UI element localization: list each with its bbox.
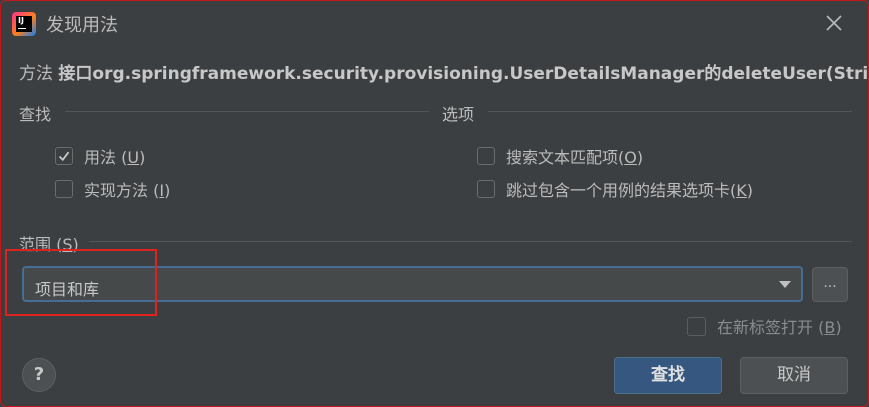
- open-in-new-tab-checkbox[interactable]: [687, 316, 706, 336]
- scope-selected-value: 项目和库: [35, 280, 100, 299]
- dialog-title: 发现用法: [46, 15, 118, 36]
- implementations-checkbox[interactable]: [55, 180, 73, 198]
- cancel-button[interactable]: 取消: [740, 357, 848, 394]
- skip-single-result-row[interactable]: 跳过包含一个用例的结果选项卡(K): [477, 177, 753, 201]
- close-icon[interactable]: [824, 13, 844, 33]
- dropdown-arrow-icon: [779, 281, 791, 288]
- find-usages-dialog: IJ 发现用法 方法 接口org.springframework.securit…: [0, 0, 869, 407]
- open-in-new-tab-row[interactable]: 在新标签打开 (B): [687, 314, 842, 338]
- scope-section-label: 范围 (S): [19, 235, 79, 254]
- browse-scope-button[interactable]: ...: [812, 267, 848, 302]
- open-in-new-tab-label: 在新标签打开 (B): [717, 318, 842, 337]
- method-prefix: 方法: [19, 64, 53, 84]
- skip-single-result-label: 跳过包含一个用例的结果选项卡(K): [506, 181, 753, 200]
- search-text-occurrences-row[interactable]: 搜索文本匹配项(O): [477, 144, 643, 168]
- usages-label: 用法 (U): [84, 148, 146, 167]
- intellij-app-icon: IJ: [12, 12, 36, 36]
- find-button[interactable]: 查找: [614, 357, 722, 394]
- options-section-label: 选项: [442, 105, 475, 124]
- scope-section-separator: [89, 241, 852, 242]
- method-signature: 接口org.springframework.security.provision…: [58, 64, 869, 84]
- help-button[interactable]: ?: [22, 358, 56, 392]
- find-section-separator: [65, 111, 429, 112]
- find-section-label: 查找: [19, 105, 52, 124]
- options-section-separator: [488, 111, 852, 112]
- scope-dropdown[interactable]: 项目和库: [22, 266, 803, 302]
- title-bar: IJ 发现用法: [1, 1, 868, 45]
- usages-checkbox-row[interactable]: 用法 (U): [55, 144, 145, 168]
- checkmark-icon: [58, 151, 70, 162]
- app-icon-text: IJ: [16, 16, 32, 32]
- implementations-checkbox-row[interactable]: 实现方法 (I): [55, 177, 170, 201]
- method-description: 方法 接口org.springframework.security.provis…: [19, 59, 869, 84]
- skip-single-result-checkbox[interactable]: [477, 180, 495, 198]
- usages-checkbox[interactable]: [55, 147, 73, 165]
- search-text-occurrences-label: 搜索文本匹配项(O): [506, 148, 644, 167]
- search-text-occurrences-checkbox[interactable]: [477, 147, 495, 165]
- implementations-label: 实现方法 (I): [84, 181, 171, 200]
